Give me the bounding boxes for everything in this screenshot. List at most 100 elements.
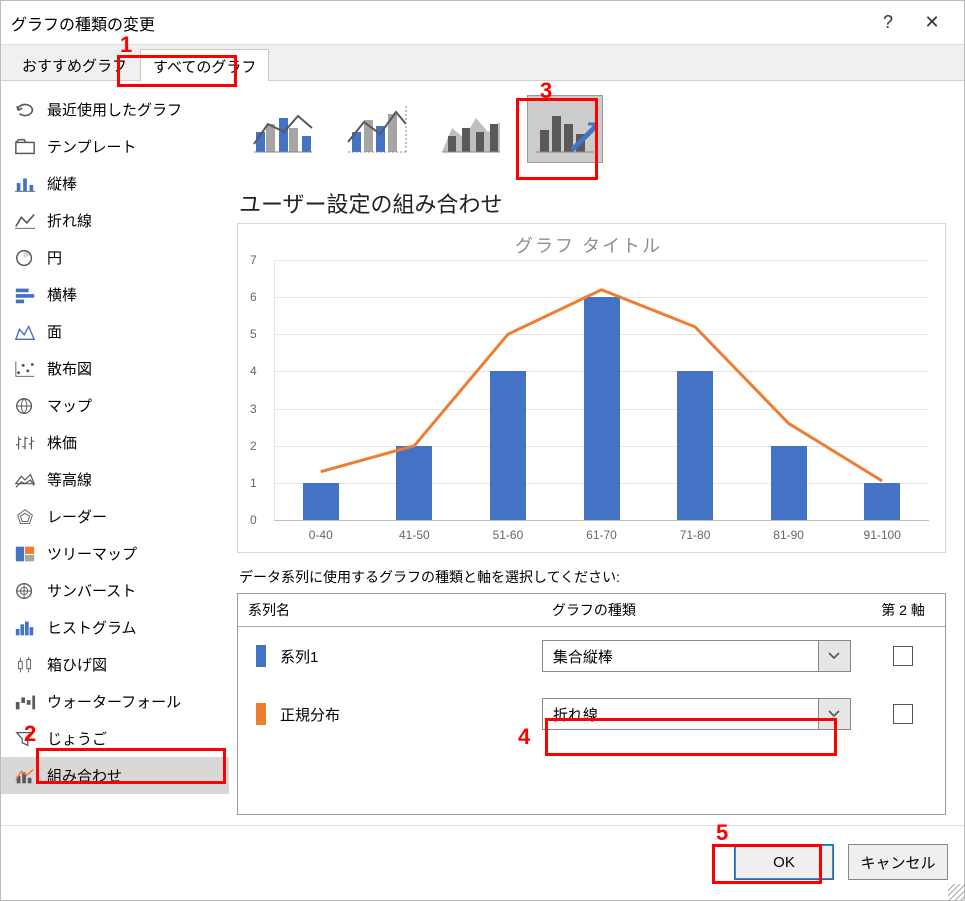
cat-line[interactable]: 折れ線 bbox=[1, 202, 229, 239]
combo-subtype-2[interactable] bbox=[339, 95, 415, 163]
cat-label: 株価 bbox=[47, 432, 77, 453]
histogram-icon bbox=[13, 618, 37, 638]
cat-sunburst[interactable]: サンバースト bbox=[1, 572, 229, 609]
secondary-axis-checkbox-1[interactable] bbox=[893, 704, 913, 724]
series-swatch bbox=[256, 703, 266, 725]
cat-pie[interactable]: 円 bbox=[1, 239, 229, 276]
header-chart-type: グラフの種類 bbox=[542, 594, 861, 626]
sunburst-icon bbox=[13, 581, 37, 601]
combo-subtype-1[interactable] bbox=[245, 95, 321, 163]
cat-label: 最近使用したグラフ bbox=[47, 99, 182, 120]
scatter-chart-icon bbox=[13, 359, 37, 379]
chart-plot-area: 012345670-4041-5051-6061-7071-8081-9091-… bbox=[274, 260, 929, 520]
cat-label: レーダー bbox=[47, 506, 107, 527]
annotation-5: 5 bbox=[716, 820, 728, 846]
area-chart-icon bbox=[13, 322, 37, 342]
chevron-down-icon bbox=[818, 641, 850, 671]
resize-grip[interactable] bbox=[948, 884, 964, 900]
series-name: 正規分布 bbox=[280, 704, 340, 725]
annotation-1: 1 bbox=[120, 32, 132, 58]
series-type-value: 折れ線 bbox=[543, 704, 818, 725]
cat-label: テンプレート bbox=[47, 136, 137, 157]
combo-chart-icon bbox=[13, 766, 37, 786]
cat-combo[interactable]: 組み合わせ bbox=[1, 757, 229, 794]
cat-radar[interactable]: レーダー bbox=[1, 498, 229, 535]
waterfall-icon bbox=[13, 692, 37, 712]
treemap-icon bbox=[13, 544, 37, 564]
series-row-1: 正規分布 折れ線 bbox=[238, 685, 945, 743]
cat-label: 円 bbox=[47, 247, 62, 268]
undo-icon bbox=[13, 100, 37, 120]
cat-label: ツリーマップ bbox=[47, 543, 137, 564]
series-swatch bbox=[256, 645, 266, 667]
series-instruction: データ系列に使用するグラフの種類と軸を選択してください: bbox=[239, 567, 946, 587]
section-title: ユーザー設定の組み合わせ bbox=[239, 187, 946, 219]
cat-label: 縦棒 bbox=[47, 173, 77, 194]
boxwhisker-icon bbox=[13, 655, 37, 675]
folder-icon bbox=[13, 137, 37, 157]
cat-label: サンバースト bbox=[47, 580, 136, 601]
bar-chart-icon bbox=[13, 285, 37, 305]
series-table-header: 系列名 グラフの種類 第 2 軸 bbox=[238, 594, 945, 627]
ok-button[interactable]: OK bbox=[734, 844, 834, 880]
help-button[interactable]: ? bbox=[866, 1, 910, 45]
dialog-button-row: OK キャンセル bbox=[1, 825, 964, 900]
secondary-axis-checkbox-0[interactable] bbox=[893, 646, 913, 666]
series-type-select-1[interactable]: 折れ線 bbox=[542, 698, 851, 730]
cat-label: 散布図 bbox=[47, 358, 92, 379]
chart-preview: グラフ タイトル 012345670-4041-5051-6061-7071-8… bbox=[237, 223, 946, 553]
cat-label: マップ bbox=[47, 395, 92, 416]
cat-column[interactable]: 縦棒 bbox=[1, 165, 229, 202]
dialog-window: グラフの種類の変更 ? ✕ おすすめグラフ すべてのグラフ 最近使用したグラフ … bbox=[0, 0, 965, 901]
cat-label: じょうご bbox=[47, 728, 107, 749]
window-title: グラフの種類の変更 bbox=[11, 11, 866, 35]
dialog-body: 最近使用したグラフ テンプレート 縦棒 折れ線 円 横棒 bbox=[1, 81, 964, 825]
cat-histogram[interactable]: ヒストグラム bbox=[1, 609, 229, 646]
annotation-2: 2 bbox=[24, 721, 36, 747]
cat-label: 組み合わせ bbox=[47, 765, 122, 786]
combo-subtype-custom[interactable] bbox=[527, 95, 603, 163]
cat-stock[interactable]: 株価 bbox=[1, 424, 229, 461]
annotation-3: 3 bbox=[540, 78, 552, 104]
cancel-button[interactable]: キャンセル bbox=[848, 844, 948, 880]
chart-preview-title: グラフ タイトル bbox=[244, 232, 933, 258]
cat-label: ウォーターフォール bbox=[47, 691, 181, 712]
cat-label: 箱ひげ図 bbox=[47, 654, 107, 675]
cat-label: ヒストグラム bbox=[47, 617, 137, 638]
line-chart-icon bbox=[13, 211, 37, 231]
combo-subtype-row bbox=[237, 91, 946, 171]
surface-chart-icon bbox=[13, 470, 37, 490]
main-area: ユーザー設定の組み合わせ グラフ タイトル 012345670-4041-505… bbox=[229, 81, 964, 825]
close-button[interactable]: ✕ bbox=[910, 1, 954, 45]
cat-area[interactable]: 面 bbox=[1, 313, 229, 350]
stock-chart-icon bbox=[13, 433, 37, 453]
cat-label: 横棒 bbox=[47, 284, 77, 305]
annotation-4: 4 bbox=[518, 724, 530, 750]
cat-surface[interactable]: 等高線 bbox=[1, 461, 229, 498]
cat-treemap[interactable]: ツリーマップ bbox=[1, 535, 229, 572]
map-icon bbox=[13, 396, 37, 416]
cat-label: 折れ線 bbox=[47, 210, 92, 231]
series-type-value: 集合縦棒 bbox=[543, 646, 818, 667]
series-type-select-0[interactable]: 集合縦棒 bbox=[542, 640, 851, 672]
cat-waterfall[interactable]: ウォーターフォール bbox=[1, 683, 229, 720]
pie-chart-icon bbox=[13, 248, 37, 268]
category-sidebar: 最近使用したグラフ テンプレート 縦棒 折れ線 円 横棒 bbox=[1, 81, 229, 825]
cat-boxwhisker[interactable]: 箱ひげ図 bbox=[1, 646, 229, 683]
series-table: 系列名 グラフの種類 第 2 軸 系列1 集合縦棒 bbox=[237, 593, 946, 815]
header-secondary-axis: 第 2 軸 bbox=[861, 594, 945, 626]
cat-map[interactable]: マップ bbox=[1, 387, 229, 424]
cat-recent[interactable]: 最近使用したグラフ bbox=[1, 91, 229, 128]
radar-chart-icon bbox=[13, 507, 37, 527]
cat-label: 等高線 bbox=[47, 469, 92, 490]
combo-subtype-3[interactable] bbox=[433, 95, 509, 163]
column-chart-icon bbox=[13, 174, 37, 194]
header-series-name: 系列名 bbox=[238, 594, 542, 626]
cat-templates[interactable]: テンプレート bbox=[1, 128, 229, 165]
tab-strip: おすすめグラフ すべてのグラフ bbox=[1, 45, 964, 81]
series-row-0: 系列1 集合縦棒 bbox=[238, 627, 945, 685]
tab-all-charts[interactable]: すべてのグラフ bbox=[140, 49, 269, 81]
cat-scatter[interactable]: 散布図 bbox=[1, 350, 229, 387]
chevron-down-icon bbox=[818, 699, 850, 729]
cat-bar[interactable]: 横棒 bbox=[1, 276, 229, 313]
